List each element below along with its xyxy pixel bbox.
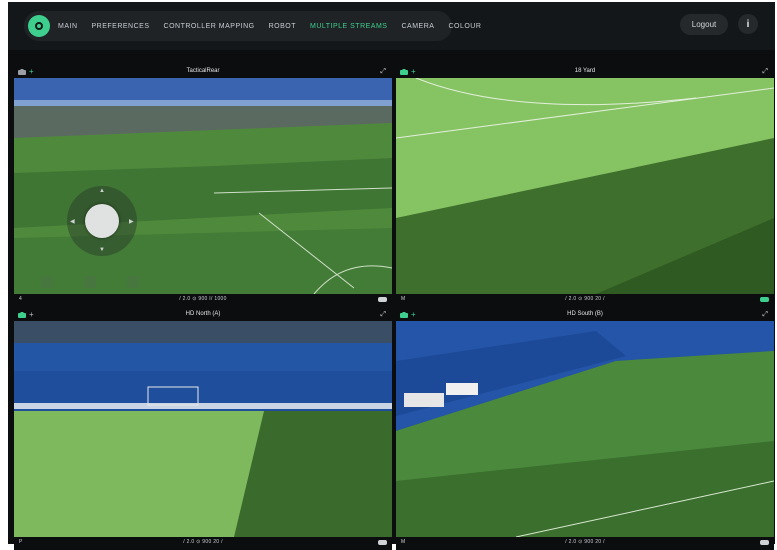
stream-stats: / 2.0 ⊙ 900 20 / — [183, 539, 223, 545]
info-icon[interactable]: i — [738, 14, 758, 34]
stream-panel-hd-south: + HD South (B) ⤢ M / 2.0 ⊙ 900 20 / — [396, 310, 774, 550]
stream-header: + 18 Yard ⤢ — [396, 67, 774, 78]
expand-icon[interactable]: ⤢ — [762, 310, 768, 319]
stream-header: + TacticalRear ⤢ — [14, 67, 392, 78]
gamepad-icon[interactable] — [760, 539, 769, 546]
stream-footer: M / 2.0 ⊙ 900 20 / — [396, 537, 774, 550]
stream-title: HD South (B) — [567, 311, 603, 317]
nav-item-preferences[interactable]: PREFERENCES — [92, 23, 150, 30]
stream-video[interactable] — [396, 321, 774, 537]
arrow-right-icon: ▶ — [129, 219, 134, 225]
top-bar: MAIN PREFERENCES CONTROLLER MAPPING ROBO… — [8, 2, 775, 50]
stream-footer: P / 2.0 ⊙ 900 20 / — [14, 537, 392, 550]
stadium-video-frame — [396, 78, 774, 294]
gamepad-icon[interactable] — [378, 296, 387, 303]
stream-video[interactable] — [14, 321, 392, 537]
stream-footer: 4 / 2.0 ⊙ 900 I/ 1000 — [14, 294, 392, 307]
stop-icon[interactable] — [127, 276, 139, 288]
stream-video[interactable] — [396, 78, 774, 294]
stream-panel-tacticalrear: + TacticalRear ⤢ ▲ ▼ ◀ ▶ 4 / 2.0 ⊙ 900 I… — [14, 67, 392, 307]
expand-icon[interactable]: ⤢ — [762, 67, 768, 76]
nav-item-multiple-streams[interactable]: MULTIPLE STREAMS — [310, 23, 388, 30]
arrow-up-icon: ▲ — [99, 188, 105, 194]
stream-footer: M / 2.0 ⊙ 900 20 / — [396, 294, 774, 307]
app-window: MAIN PREFERENCES CONTROLLER MAPPING ROBO… — [8, 2, 775, 550]
pause-icon[interactable] — [84, 276, 96, 288]
logout-button[interactable]: Logout — [680, 14, 728, 35]
joystick-control[interactable]: ▲ ▼ ◀ ▶ — [67, 186, 137, 256]
stream-title: 18 Yard — [574, 68, 596, 74]
stadium-video-frame — [396, 321, 774, 537]
arrow-left-icon: ◀ — [70, 219, 75, 225]
stream-title: TacticalRear — [186, 68, 220, 74]
nav-item-controller-mapping[interactable]: CONTROLLER MAPPING — [164, 23, 255, 30]
stream-stats: / 2.0 ⊙ 900 20 / — [565, 296, 605, 302]
nav-item-robot[interactable]: ROBOT — [269, 23, 296, 30]
expand-icon[interactable]: ⤢ — [380, 67, 386, 76]
nav-item-camera[interactable]: CAMERA — [401, 23, 434, 30]
stream-stats: / 2.0 ⊙ 900 20 / — [565, 539, 605, 545]
gamepad-icon[interactable] — [378, 539, 387, 546]
stadium-video-frame — [14, 78, 392, 294]
arrow-down-icon: ▼ — [99, 247, 105, 253]
play-icon[interactable] — [41, 276, 53, 288]
stream-header: + HD South (B) ⤢ — [396, 310, 774, 321]
stream-title: HD North (A) — [185, 311, 221, 317]
stream-panel-18-yard: + 18 Yard ⤢ M / 2.0 ⊙ 900 20 / — [396, 67, 774, 307]
main-nav: MAIN PREFERENCES CONTROLLER MAPPING ROBO… — [24, 11, 481, 41]
nav-item-main[interactable]: MAIN — [58, 23, 78, 30]
stream-panel-hd-north: + HD North (A) ⤢ P / 2.0 ⊙ 900 20 / — [14, 310, 392, 550]
stream-video[interactable]: ▲ ▼ ◀ ▶ — [14, 78, 392, 294]
expand-icon[interactable]: ⤢ — [380, 310, 386, 319]
nav-item-colour[interactable]: COLOUR — [448, 23, 481, 30]
joystick-knob[interactable] — [85, 204, 119, 238]
stream-header: + HD North (A) ⤢ — [14, 310, 392, 321]
app-logo-icon[interactable] — [28, 15, 50, 37]
gamepad-icon[interactable] — [760, 296, 769, 303]
stadium-video-frame — [14, 321, 392, 537]
stream-stats: / 2.0 ⊙ 900 I/ 1000 — [179, 296, 227, 302]
